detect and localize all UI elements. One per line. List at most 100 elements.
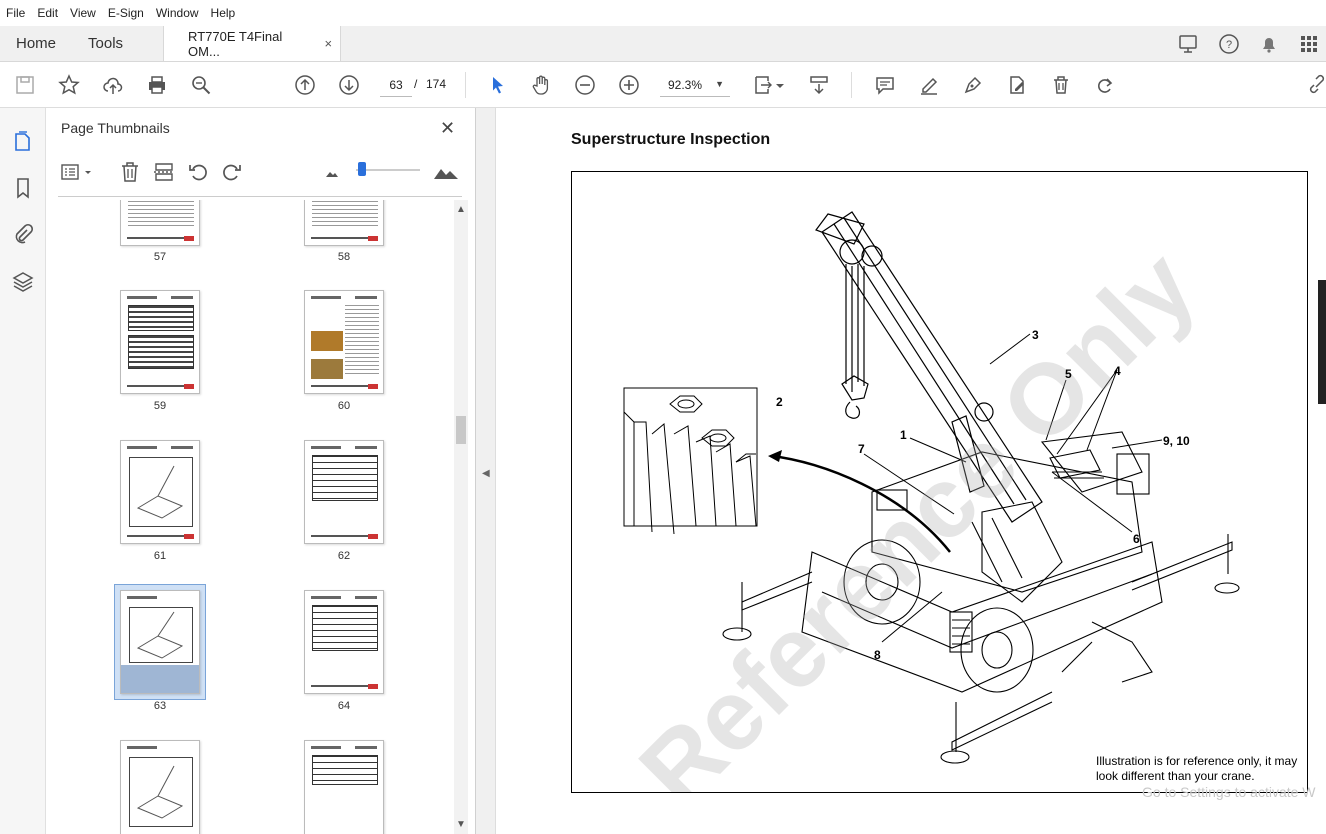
activate-windows-watermark: Go to Settings to activate W: [1142, 784, 1316, 800]
menu-view[interactable]: View: [70, 6, 96, 20]
thumbnail-label: 60: [337, 400, 351, 412]
svg-text:?: ?: [1226, 39, 1232, 51]
options-menu-icon[interactable]: [60, 160, 96, 184]
thumbnail-page-60[interactable]: [304, 290, 384, 394]
share-screen-icon[interactable]: [1178, 33, 1200, 55]
toolbar-divider: [851, 72, 852, 98]
save-icon[interactable]: [13, 73, 37, 97]
zoom-out-icon[interactable]: [573, 73, 597, 97]
page-fit-icon[interactable]: [751, 73, 775, 97]
close-panel-icon[interactable]: ✕: [440, 118, 455, 139]
thumbnail-page-57[interactable]: [120, 200, 200, 246]
delete-page-icon[interactable]: [118, 160, 142, 184]
page-thumbnails-icon[interactable]: [11, 130, 35, 154]
sign-pen-icon[interactable]: [961, 73, 985, 97]
small-thumbnails-icon[interactable]: [320, 160, 344, 184]
tab-close-icon[interactable]: ×: [324, 36, 332, 51]
thumbnail-label: 58: [337, 251, 351, 263]
bookmark-icon[interactable]: [11, 176, 35, 200]
print-icon[interactable]: [145, 73, 169, 97]
thumbnail-label: 62: [337, 550, 351, 562]
insert-page-icon[interactable]: [152, 160, 176, 184]
next-page-icon[interactable]: [337, 73, 361, 97]
thumbnail-page-63[interactable]: [120, 590, 200, 694]
page-separator: /: [414, 77, 418, 91]
tab-document-label: RT770E T4Final OM...: [188, 28, 283, 59]
redo-icon[interactable]: [1093, 73, 1117, 97]
menu-esign[interactable]: E-Sign: [108, 6, 144, 20]
callout-7: 7: [858, 442, 865, 456]
large-thumbnails-icon[interactable]: [432, 160, 460, 184]
thumbnail-page-59[interactable]: [120, 290, 200, 394]
layers-icon[interactable]: [11, 270, 35, 294]
thumbnail-page-62[interactable]: [304, 440, 384, 544]
toolbar-divider: [465, 72, 466, 98]
scrollbar-thumb[interactable]: [456, 416, 466, 444]
hand-tool-icon[interactable]: [529, 73, 553, 97]
delete-icon[interactable]: [1049, 73, 1073, 97]
edit-document-icon[interactable]: [1005, 73, 1029, 97]
scroll-up-icon[interactable]: ▲: [456, 204, 466, 215]
crane-drawing: Reference Only: [618, 211, 1240, 828]
thumbnail-label: 59: [153, 400, 167, 412]
thumbnail-label: 63: [153, 700, 167, 712]
page-number-input[interactable]: 63: [380, 73, 412, 97]
main-toolbar: 63 / 174 92.3% ▼: [0, 62, 1326, 108]
apps-grid-icon[interactable]: [1298, 33, 1320, 55]
menu-window[interactable]: Window: [156, 6, 199, 20]
previous-page-icon[interactable]: [293, 73, 317, 97]
callout-8: 8: [874, 648, 881, 662]
thumbnail-label: 61: [153, 550, 167, 562]
zoom-in-icon[interactable]: [617, 73, 641, 97]
menu-edit[interactable]: Edit: [37, 6, 58, 20]
thumbnail-page-58[interactable]: [304, 200, 384, 246]
thumbnail-page-66[interactable]: [304, 740, 384, 834]
zoom-level-select[interactable]: 92.3% ▼: [660, 73, 730, 97]
left-rail: [0, 108, 46, 834]
callout-4: 4: [1114, 364, 1121, 378]
menu-file[interactable]: File: [6, 6, 25, 20]
tab-tools[interactable]: Tools: [72, 26, 139, 61]
chevron-down-icon[interactable]: [774, 73, 786, 97]
upload-cloud-icon[interactable]: [101, 73, 125, 97]
scroll-mode-icon[interactable]: [807, 73, 831, 97]
select-cursor-icon[interactable]: [486, 73, 510, 97]
callout-3: 3: [1032, 328, 1039, 342]
crane-illustration: Reference Only 1 2 3 4 5 6 7 8 9, 10: [571, 171, 1308, 828]
attachment-icon[interactable]: [11, 222, 35, 246]
thumbnail-label: 64: [337, 700, 351, 712]
link-icon[interactable]: [1306, 73, 1326, 97]
thumbnail-page-64[interactable]: [304, 590, 384, 694]
page-edge-marker: [1318, 280, 1326, 404]
collapse-arrow-icon: ◀: [482, 468, 490, 479]
zoom-level-value: 92.3%: [668, 77, 703, 92]
comment-icon[interactable]: [873, 73, 897, 97]
thumbnail-toolbar: [58, 158, 468, 186]
menu-bar: File Edit View E-Sign Window Help: [0, 0, 1326, 26]
thumbnail-page-61[interactable]: [120, 440, 200, 544]
zoom-search-icon[interactable]: [189, 73, 213, 97]
callout-1: 1: [900, 428, 907, 442]
tab-home[interactable]: Home: [0, 26, 72, 61]
menu-help[interactable]: Help: [211, 6, 236, 20]
callout-6: 6: [1133, 532, 1140, 546]
bell-icon[interactable]: [1258, 33, 1280, 55]
thumbnail-page-65[interactable]: [120, 740, 200, 834]
rotate-left-icon[interactable]: [186, 160, 210, 184]
highlight-pen-icon[interactable]: [917, 73, 941, 97]
bookmark-star-icon[interactable]: [57, 73, 81, 97]
rotate-right-icon[interactable]: [220, 160, 244, 184]
page-heading: Superstructure Inspection: [571, 131, 771, 148]
page-thumbnails-panel: Page Thumbnails ✕ 57 58 59 60 61 62 63 6…: [46, 108, 476, 834]
tab-document[interactable]: RT770E T4Final OM... ×: [163, 26, 342, 61]
thumbnail-scrollbar[interactable]: ▲ ▼: [454, 200, 468, 834]
thumbnail-size-slider-handle[interactable]: [358, 162, 366, 176]
panel-title: Page Thumbnails: [61, 120, 170, 136]
thumbnail-label: 57: [153, 251, 167, 263]
panel-divider: [58, 196, 462, 197]
help-icon[interactable]: ?: [1218, 33, 1240, 55]
thumbnail-list: 57 58 59 60 61 62 63 64: [46, 200, 452, 834]
tabbar-right-icons: ?: [1160, 26, 1326, 61]
scroll-down-icon[interactable]: ▼: [456, 819, 466, 830]
panel-collapse-handle[interactable]: ◀: [476, 108, 496, 834]
